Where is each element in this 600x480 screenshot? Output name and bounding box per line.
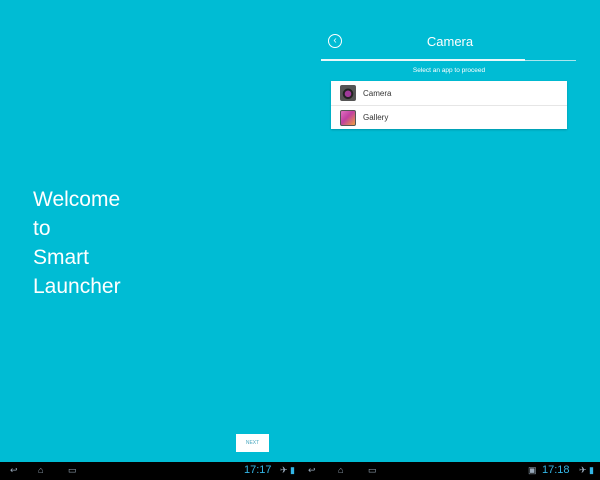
home-icon[interactable]: ⌂	[38, 465, 43, 475]
welcome-line: to	[33, 217, 51, 240]
welcome-line: Launcher	[33, 275, 121, 298]
screenshot-notification-icon: ▣	[528, 465, 537, 475]
nav-bar-left: ↩ ⌂ ▭ 17:17 ✈ ▮	[0, 462, 300, 480]
clock: 17:17	[244, 464, 272, 476]
back-nav-icon[interactable]: ↩	[10, 465, 18, 476]
tab-indicator	[321, 59, 525, 61]
app-list: Camera Gallery	[331, 81, 567, 129]
home-icon[interactable]: ⌂	[338, 465, 343, 475]
app-item-camera[interactable]: Camera	[331, 81, 567, 105]
battery-icon: ▮	[290, 465, 295, 475]
clock: 17:18	[542, 464, 570, 476]
divider	[525, 60, 576, 61]
welcome-heading: Welcome to Smart Launcher	[33, 185, 121, 301]
airplane-icon: ✈	[280, 465, 288, 475]
back-icon[interactable]: ‹	[328, 34, 342, 48]
nav-bar-right: ↩ ⌂ ▭ ▣ 17:18 ✈ ▮	[300, 462, 600, 480]
recents-icon[interactable]: ▭	[368, 465, 377, 476]
airplane-icon: ✈	[579, 465, 587, 475]
camera-icon	[340, 85, 356, 101]
subtitle: Select an app to proceed	[412, 67, 486, 74]
battery-icon: ▮	[589, 465, 594, 475]
app-label: Camera	[363, 88, 392, 98]
next-button[interactable]: NEXT	[236, 434, 269, 452]
back-nav-icon[interactable]: ↩	[308, 465, 316, 476]
recents-icon[interactable]: ▭	[68, 465, 77, 476]
gallery-icon	[340, 109, 356, 126]
app-item-gallery[interactable]: Gallery	[331, 105, 567, 129]
welcome-line: Smart	[33, 246, 90, 269]
app-label: Gallery	[363, 113, 389, 122]
welcome-line: Welcome	[33, 188, 121, 211]
page-title: Camera	[426, 34, 474, 49]
